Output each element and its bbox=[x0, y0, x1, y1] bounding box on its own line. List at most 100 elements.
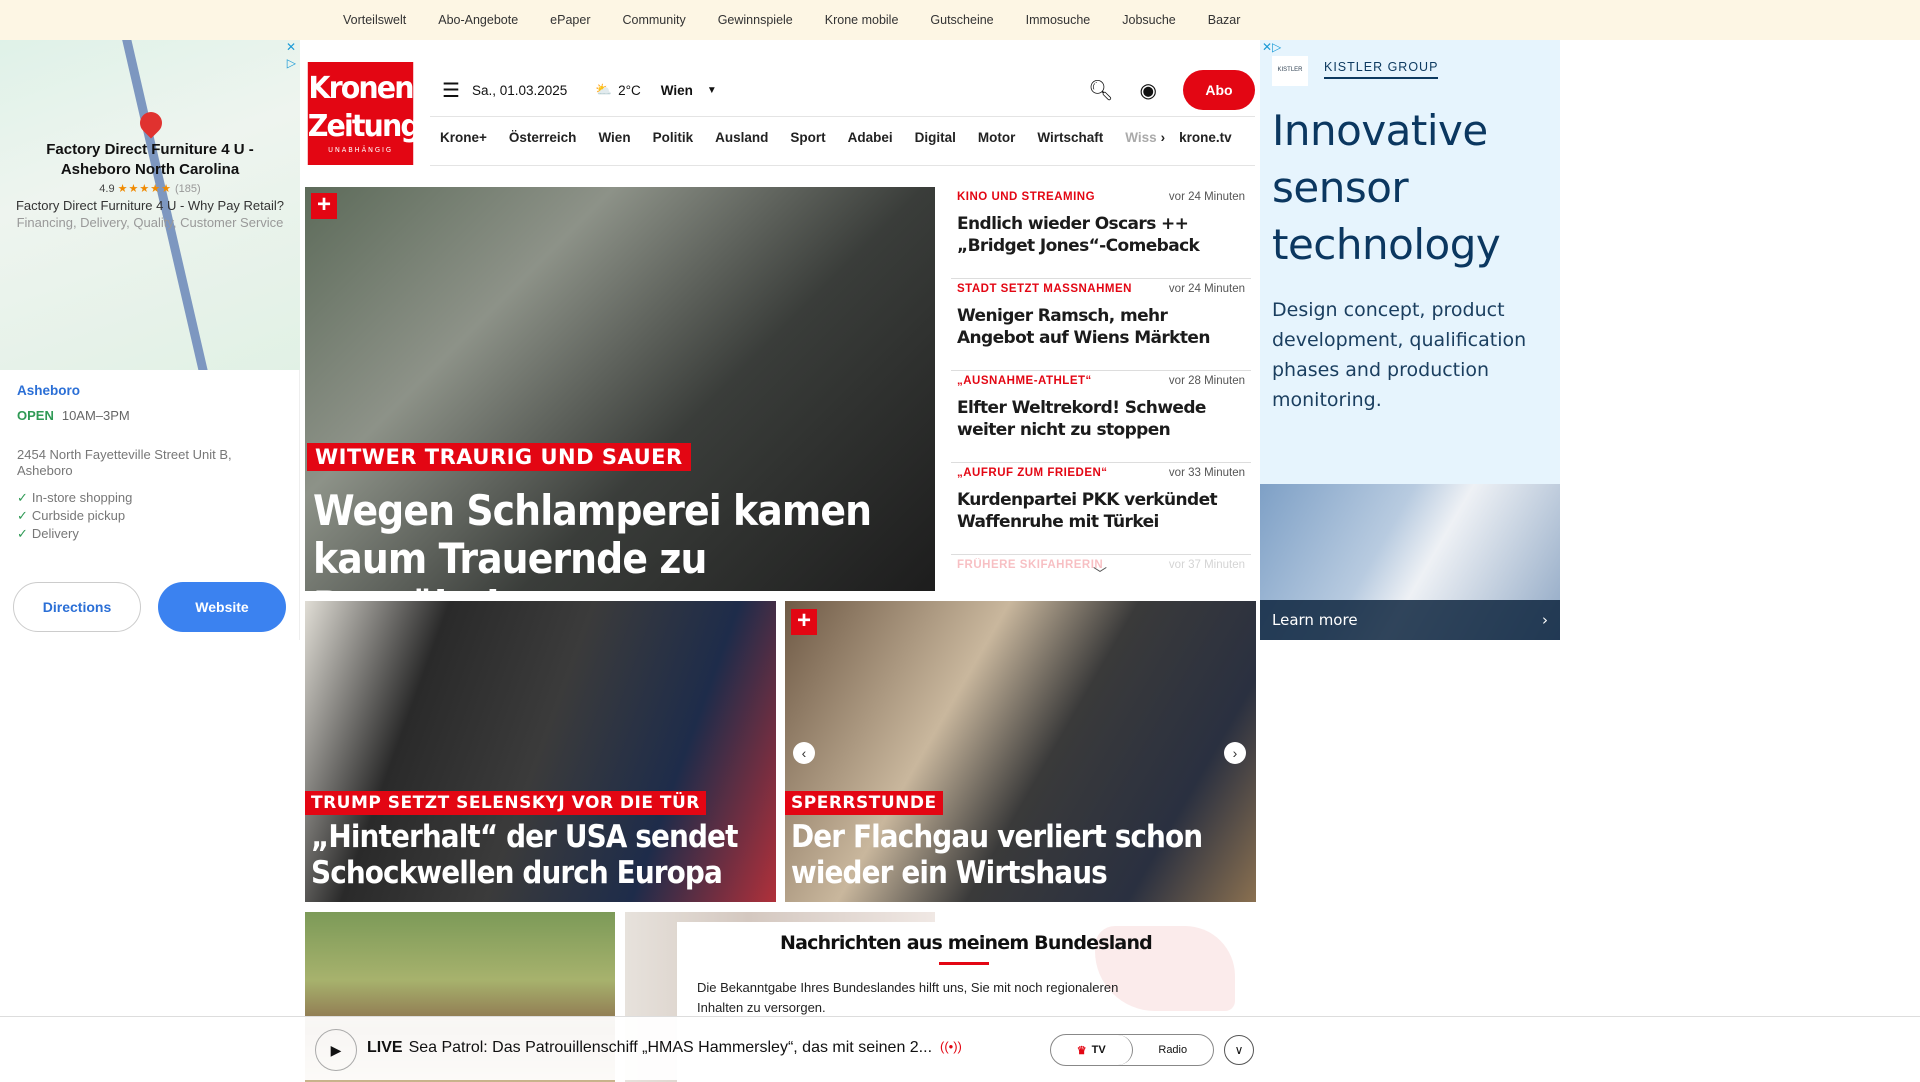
top-utility-bar: Vorteilswelt Abo-Angebote ePaper Communi… bbox=[0, 0, 1920, 40]
ad-brand[interactable]: KISTLER GROUP bbox=[1324, 60, 1439, 79]
item-time: vor 33 Minuten bbox=[1168, 467, 1245, 479]
topbar-link[interactable]: Bazar bbox=[1208, 13, 1241, 27]
topbar-link[interactable]: Gutscheine bbox=[930, 13, 993, 27]
divider bbox=[430, 165, 1255, 166]
item-kicker: „AUFRUF ZUM FRIEDEN“ bbox=[957, 467, 1108, 479]
topbar-link[interactable]: Community bbox=[622, 13, 685, 27]
list-item[interactable]: „AUSNAHME-ATHLET“ vor 28 Minuten Elfter We… bbox=[951, 371, 1251, 463]
nav-item[interactable]: Wiss bbox=[1125, 130, 1156, 152]
nav-item[interactable]: Ausland bbox=[715, 130, 768, 152]
card-kicker: SPERRSTUNDE bbox=[785, 791, 943, 815]
nav-item[interactable]: Politik bbox=[653, 130, 694, 152]
card-kicker: TRUMP SETZT SELENSKYJ VOR DIE TÜR bbox=[305, 791, 706, 815]
item-time: vor 24 Minuten bbox=[1168, 191, 1245, 203]
topbar-link[interactable]: Vorteilswelt bbox=[343, 13, 406, 27]
topbar-link[interactable]: Immosuche bbox=[1026, 13, 1091, 27]
krone-plus-icon: + bbox=[791, 609, 817, 635]
nav-item[interactable]: Motor bbox=[978, 130, 1016, 152]
card-headline[interactable]: Der Flachgau verliert schon wieder ein W… bbox=[791, 819, 1256, 891]
kronen-zeitung-logo[interactable]: Kronen Zeitung UNABHÄNGIG bbox=[307, 62, 421, 165]
list-item[interactable]: KINO UND STREAMING vor 24 Minuten Endlich … bbox=[951, 187, 1251, 279]
right-ad-kistler[interactable]: ✕▷ KISTLER KISTLER GROUP Innovative sens… bbox=[1260, 40, 1560, 640]
left-map-ad[interactable]: Factory Direct Furniture 4 U - Asheboro … bbox=[0, 40, 300, 640]
ad-close-icon[interactable]: ✕▷ bbox=[1262, 40, 1281, 54]
hamburger-menu-icon[interactable]: ☰ bbox=[442, 78, 460, 103]
main-nav: Krone+ Österreich Wien Politik Ausland S… bbox=[440, 130, 1254, 152]
article-card[interactable]: + ‹ › SPERRSTUNDE Der Flachgau verliert … bbox=[785, 601, 1256, 902]
bundesland-title: Nachrichten aus meinem Bundesland bbox=[780, 932, 1153, 954]
feature-item: ✓ Curbside pickup bbox=[17, 507, 287, 525]
ad-details: Asheboro OPEN 10AM–3PM 2454 North Fayette… bbox=[17, 383, 287, 543]
live-title: Sea Patrol: Das Patrouillenschiff „HMAS … bbox=[408, 1039, 933, 1056]
list-item[interactable]: „AUFRUF ZUM FRIEDEN“ vor 33 Minuten Kurden… bbox=[951, 463, 1251, 555]
feature-item: ✓ Delivery bbox=[17, 525, 287, 543]
topbar-link[interactable]: Abo-Angebote bbox=[438, 13, 518, 27]
item-kicker: STADT SETZT MASSNAHMEN bbox=[957, 283, 1132, 295]
chevron-down-icon[interactable]: ∨ bbox=[1224, 1035, 1254, 1065]
item-headline[interactable]: Endlich wieder Oscars ++ „Bridget Jones“… bbox=[957, 213, 1245, 257]
ad-city-link[interactable]: Asheboro bbox=[17, 383, 287, 398]
nav-item-kronetv[interactable]: krone.tv bbox=[1179, 130, 1232, 152]
nav-item[interactable]: Adabei bbox=[848, 130, 893, 152]
open-status: OPEN bbox=[17, 408, 54, 423]
nav-item[interactable]: Sport bbox=[790, 130, 825, 152]
item-headline[interactable]: Kurdenpartei PKK verkündet Waffenruhe mi… bbox=[957, 489, 1245, 533]
topbar-link[interactable]: Gewinnspiele bbox=[718, 13, 793, 27]
header-bar: ☰ Sa., 01.03.2025 ⛅ 2°C Wien ▼ 🔍︎ ◉ Abo bbox=[430, 70, 1255, 110]
check-icon: ✓ bbox=[17, 526, 28, 541]
adchoices-icon[interactable]: ▷ bbox=[287, 56, 296, 70]
nav-item[interactable]: Wirtschaft bbox=[1037, 130, 1103, 152]
list-item[interactable]: STADT SETZT MASSNAHMEN vor 24 Minuten Weni… bbox=[951, 279, 1251, 371]
carousel-next-icon[interactable]: › bbox=[1224, 742, 1246, 764]
weather-icon: ⛅ bbox=[595, 82, 613, 97]
feature-item: ✓ In-store shopping bbox=[17, 489, 287, 507]
broadcast-icon: ((•)) bbox=[940, 1039, 962, 1054]
feature-label: In-store shopping bbox=[31, 490, 133, 505]
chevron-down-icon[interactable]: ▼ bbox=[707, 85, 717, 96]
ad-address: 2454 North Fayetteville Street Unit B, A… bbox=[17, 447, 232, 478]
topbar-link[interactable]: ePaper bbox=[550, 13, 590, 27]
card-headline[interactable]: „Hinterhalt“ der USA sendet Schockwellen… bbox=[311, 819, 776, 891]
item-time: vor 28 Minuten bbox=[1168, 375, 1245, 387]
ad-close-icon[interactable]: ✕ bbox=[286, 40, 296, 54]
directions-button[interactable]: Directions bbox=[13, 582, 141, 632]
user-account-icon[interactable]: ◉ bbox=[1140, 78, 1157, 103]
topbar-link[interactable]: Krone mobile bbox=[825, 13, 899, 27]
abo-button[interactable]: Abo bbox=[1183, 70, 1255, 110]
live-label: LIVE bbox=[367, 1039, 403, 1056]
item-headline[interactable]: Elfter Weltrekord! Schwede weiter nicht … bbox=[957, 397, 1245, 441]
nav-scroll-right-icon[interactable]: › bbox=[1161, 130, 1166, 152]
nav-item[interactable]: Österreich bbox=[509, 130, 577, 152]
nav-item[interactable]: Digital bbox=[915, 130, 956, 152]
item-headline[interactable]: Weniger Ramsch, mehr Angebot auf Wiens M… bbox=[957, 305, 1245, 349]
topbar-link[interactable]: Jobsuche bbox=[1122, 13, 1176, 27]
ad-business-name: Factory Direct Furniture 4 U - Asheboro … bbox=[46, 141, 254, 178]
website-button[interactable]: Website bbox=[158, 582, 286, 632]
hours-text: 10AM–3PM bbox=[61, 408, 130, 423]
learn-more-button[interactable]: Learn more › bbox=[1260, 600, 1560, 640]
hero-kicker: WITWER TRAURIG UND SAUER bbox=[307, 443, 691, 471]
article-card[interactable]: TRUMP SETZT SELENSKYJ VOR DIE TÜR „Hinte… bbox=[305, 601, 776, 902]
nav-item[interactable]: Krone+ bbox=[440, 130, 487, 152]
divider bbox=[430, 116, 1255, 117]
live-player-bar: ▶ LIVE Sea Patrol: Das Patrouillenschiff … bbox=[0, 1016, 1920, 1080]
tv-radio-toggle[interactable]: ♛ TV Radio bbox=[1050, 1034, 1214, 1066]
logo-subtitle: UNABHÄNGIG bbox=[328, 146, 393, 154]
star-icons: ★★★★★ bbox=[117, 183, 172, 195]
radio-tab[interactable]: Radio bbox=[1133, 1035, 1214, 1065]
bundesland-body: Die Bekanntgabe Ihres Bundeslandes hilft… bbox=[697, 980, 1119, 1015]
hero-article[interactable]: + WITWER TRAURIG UND SAUER Wegen Schlamp… bbox=[305, 187, 935, 591]
city-selector[interactable]: Wien bbox=[661, 83, 693, 98]
chevron-down-icon[interactable]: ﹀ bbox=[1093, 564, 1107, 584]
search-icon[interactable]: 🔍︎ bbox=[1088, 78, 1113, 103]
ad-description: Factory Direct Furniture 4 U - Why Pay R… bbox=[15, 198, 285, 213]
feature-label: Delivery bbox=[31, 526, 79, 541]
hero-headline[interactable]: Wegen Schlamperei kamen kaum Trauernde z… bbox=[313, 487, 873, 592]
carousel-prev-icon[interactable]: ‹ bbox=[793, 742, 815, 764]
ad-map[interactable]: Factory Direct Furniture 4 U - Asheboro … bbox=[0, 40, 300, 370]
play-icon[interactable]: ▶ bbox=[315, 1029, 357, 1071]
live-text[interactable]: LIVE Sea Patrol: Das Patrouillenschiff „H… bbox=[367, 1039, 932, 1057]
date-label: Sa., 01.03.2025 bbox=[471, 82, 568, 98]
tv-tab[interactable]: ♛ TV bbox=[1051, 1035, 1133, 1065]
nav-item[interactable]: Wien bbox=[598, 130, 630, 152]
